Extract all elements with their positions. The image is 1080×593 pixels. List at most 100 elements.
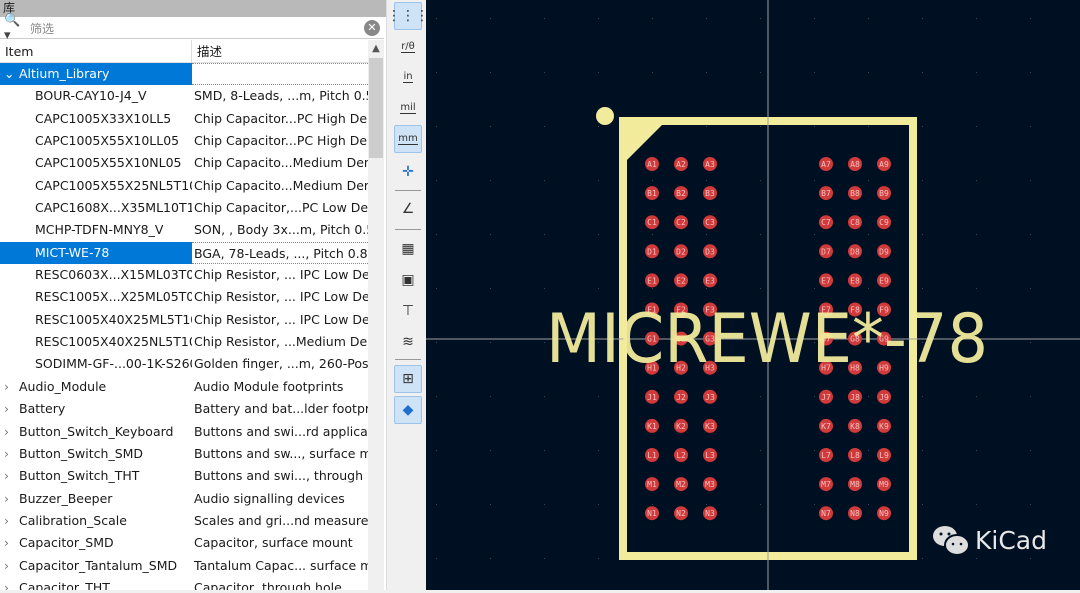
row-name: BOUR-CAY10-J4_V bbox=[35, 88, 147, 104]
layers-button[interactable]: ◆ bbox=[394, 396, 422, 424]
toolbar-separator bbox=[395, 190, 421, 191]
grid-dot bbox=[706, 234, 707, 235]
row-name: Button_Switch_SMD bbox=[19, 445, 144, 461]
search-icon[interactable]: 🔍▾ bbox=[4, 13, 24, 43]
library-row[interactable]: › Audio_Module Audio Module footprints bbox=[0, 376, 368, 398]
chevron-right-icon[interactable]: › bbox=[4, 510, 19, 532]
footprint-row[interactable]: RESC0603X...X15ML03T05 Chip Resistor, ...… bbox=[0, 264, 368, 286]
cursor-crosshair-button[interactable]: ✛ bbox=[394, 158, 422, 186]
angle-snap-button[interactable]: ∠ bbox=[394, 195, 422, 223]
footprint-row[interactable]: SODIMM-GF-...00-1K-S260 Golden finger, ..… bbox=[0, 353, 368, 375]
chevron-right-icon[interactable]: › bbox=[4, 555, 19, 577]
column-header-item[interactable]: Item bbox=[0, 40, 192, 62]
grid-dot bbox=[598, 504, 599, 505]
scroll-up-icon[interactable]: ▲ bbox=[368, 40, 384, 58]
row-name-cell[interactable]: › Calibration_Scale bbox=[0, 510, 192, 532]
row-name-cell[interactable]: CAPC1608X...X35ML10T15 bbox=[0, 197, 192, 219]
column-header-description[interactable]: 描述 bbox=[192, 40, 222, 62]
row-name-cell[interactable]: CAPC1005X55X10NL05 bbox=[0, 152, 192, 174]
chevron-right-icon[interactable]: › bbox=[4, 421, 19, 443]
row-name-cell[interactable]: BOUR-CAY10-J4_V bbox=[0, 85, 192, 107]
row-name-cell[interactable]: › Battery bbox=[0, 398, 192, 420]
clear-icon[interactable]: ✕ bbox=[364, 20, 380, 36]
row-name-cell[interactable]: › Capacitor_THT bbox=[0, 577, 192, 590]
footprint-row[interactable]: RESC1005X40X25ML5T10 Chip Resistor, ... I… bbox=[0, 309, 368, 331]
grid-dot bbox=[436, 504, 437, 505]
library-row[interactable]: ⌄ Altium_Library bbox=[0, 63, 368, 86]
row-name: Capacitor_Tantalum_SMD bbox=[19, 557, 178, 573]
library-row[interactable]: › Buzzer_Beeper Audio signalling devices bbox=[0, 488, 368, 510]
row-name-cell[interactable]: ⌄ Altium_Library bbox=[0, 63, 192, 86]
footprint-row[interactable]: MCHP-TDFN-MNY8_V SON, , Body 3x...m, Pitc… bbox=[0, 219, 368, 241]
row-name-cell[interactable]: MCHP-TDFN-MNY8_V bbox=[0, 219, 192, 241]
watermark-text: KiCad bbox=[975, 525, 1047, 555]
row-name-cell[interactable]: SODIMM-GF-...00-1K-S260 bbox=[0, 353, 192, 375]
library-row[interactable]: › Capacitor_Tantalum_SMD Tantalum Capac...… bbox=[0, 555, 368, 577]
pcb-view[interactable]: A1 A2 A3 A7 A8 A9 B1 B2 B3 B7 B8 B9 C1 C2 C3 C7 C8 C9 D1 D2… bbox=[426, 0, 1080, 590]
row-name-cell[interactable]: CAPC1005X55X10LL05 bbox=[0, 130, 192, 152]
library-row[interactable]: ›BatteryBattery and bat...lder footprint… bbox=[0, 398, 368, 420]
footprint-row[interactable]: CAPC1005X33X10LL5 Chip Capacitor...PC Hig… bbox=[0, 108, 368, 130]
chevron-right-icon[interactable]: › bbox=[4, 532, 19, 554]
chevron-right-icon[interactable]: › bbox=[4, 577, 19, 590]
grid-dot bbox=[544, 72, 545, 73]
row-name-cell[interactable]: RESC0603X...X15ML03T05 bbox=[0, 264, 192, 286]
footprint-canvas[interactable]: A1 A2 A3 A7 A8 A9 B1 B2 B3 B7 B8 B9 C1 C2 C3 C7 C8 C9 D1 D2… bbox=[426, 0, 1080, 590]
footprint-row[interactable]: CAPC1608X...X35ML10T15 Chip Capacitor,...… bbox=[0, 197, 368, 219]
library-row[interactable]: › Capacitor_THT Capacitor, through hole bbox=[0, 577, 368, 590]
chevron-down-icon[interactable]: ⌄ bbox=[4, 63, 19, 85]
row-name-cell[interactable]: › Button_Switch_Keyboard bbox=[0, 421, 192, 443]
library-row[interactable]: › Button_Switch_SMD Buttons and sw..., sur… bbox=[0, 443, 368, 465]
row-name-cell[interactable]: › Capacitor_Tantalum_SMD bbox=[0, 555, 192, 577]
pad-label: C3 bbox=[705, 218, 715, 227]
row-name-cell[interactable]: RESC1005X40X25NL5T10 bbox=[0, 331, 192, 353]
row-name-cell[interactable]: CAPC1005X55X25NL5T10 bbox=[0, 175, 192, 197]
grid-button[interactable]: ⋮⋮⋮ bbox=[387, 2, 429, 30]
ratsnest-button[interactable]: ≋ bbox=[394, 328, 422, 356]
grid-dot bbox=[490, 342, 491, 343]
footprint-outline-button[interactable]: ▣ bbox=[394, 266, 422, 294]
grid-dot bbox=[814, 504, 815, 505]
grid-dot bbox=[760, 180, 761, 181]
library-row[interactable]: › Calibration_Scale Scales and gri...nd me… bbox=[0, 510, 368, 532]
footprint-row[interactable]: BOUR-CAY10-J4_V SMD, 8-Leads, ...m, Pitch… bbox=[0, 85, 368, 107]
polar-coords-button[interactable]: r/θ bbox=[394, 33, 422, 61]
footprint-row[interactable]: MICT-WE-78 BGA, 78-Leads, ..., Pitch 0.80… bbox=[0, 241, 368, 265]
footprint-row[interactable]: CAPC1005X55X10LL05 Chip Capacitor...PC Hi… bbox=[0, 130, 368, 152]
row-name-cell[interactable]: › Buzzer_Beeper bbox=[0, 488, 192, 510]
search-input[interactable]: 筛选 bbox=[30, 20, 54, 37]
units-mil-button[interactable]: mil bbox=[394, 94, 422, 122]
footprint-row[interactable]: CAPC1005X55X10NL05 Chip Capacito...Medium… bbox=[0, 152, 368, 174]
pad-label: N3 bbox=[705, 509, 715, 518]
row-name-cell[interactable]: MICT-WE-78 bbox=[0, 241, 192, 265]
chevron-right-icon[interactable]: › bbox=[4, 443, 19, 465]
scrollbar-thumb[interactable] bbox=[369, 58, 383, 158]
row-name-cell[interactable]: › Capacitor_SMD bbox=[0, 532, 192, 554]
chevron-right-icon[interactable]: › bbox=[4, 376, 19, 398]
row-name-cell[interactable]: › Audio_Module bbox=[0, 376, 192, 398]
row-name-cell[interactable]: CAPC1005X33X10LL5 bbox=[0, 108, 192, 130]
row-name-cell[interactable]: RESC1005X40X25ML5T10 bbox=[0, 309, 192, 331]
pad-display-button[interactable]: ▦ bbox=[394, 235, 422, 263]
pad-label: E3 bbox=[705, 276, 715, 285]
row-name-cell[interactable]: RESC1005X...X25ML05T05 bbox=[0, 286, 192, 308]
graphic-outline-button[interactable]: ⊤ bbox=[394, 297, 422, 325]
footprint-row[interactable]: CAPC1005X55X25NL5T10 Chip Capacito...Medi… bbox=[0, 175, 368, 197]
chevron-right-icon[interactable]: › bbox=[4, 465, 19, 487]
tree-panel-button[interactable]: ⊞ bbox=[394, 365, 422, 393]
row-name-cell[interactable]: › Button_Switch_THT bbox=[0, 465, 192, 487]
row-description: Buttons and swi..., through hole bbox=[194, 468, 368, 484]
watermark: KiCad bbox=[931, 523, 1047, 557]
filter-search-field[interactable]: 🔍▾ 筛选 ✕ bbox=[0, 13, 384, 43]
library-row[interactable]: › Button_Switch_Keyboard Buttons and swi..… bbox=[0, 421, 368, 443]
row-name-cell[interactable]: › Button_Switch_SMD bbox=[0, 443, 192, 465]
footprint-row[interactable]: RESC1005X...X25ML05T05 Chip Resistor, ...… bbox=[0, 286, 368, 308]
library-row[interactable]: › Button_Switch_THT Buttons and swi..., th… bbox=[0, 465, 368, 487]
chevron-right-icon[interactable]: › bbox=[4, 398, 19, 420]
vertical-scrollbar[interactable]: ▲ bbox=[368, 40, 384, 590]
units-inch-button[interactable]: in bbox=[394, 63, 422, 91]
library-row[interactable]: › Capacitor_SMD Capacitor, surface mount bbox=[0, 532, 368, 554]
units-mm-button[interactable]: mm bbox=[394, 125, 422, 153]
chevron-right-icon[interactable]: › bbox=[4, 488, 19, 510]
footprint-row[interactable]: RESC1005X40X25NL5T10 Chip Resistor, ...Me… bbox=[0, 331, 368, 353]
